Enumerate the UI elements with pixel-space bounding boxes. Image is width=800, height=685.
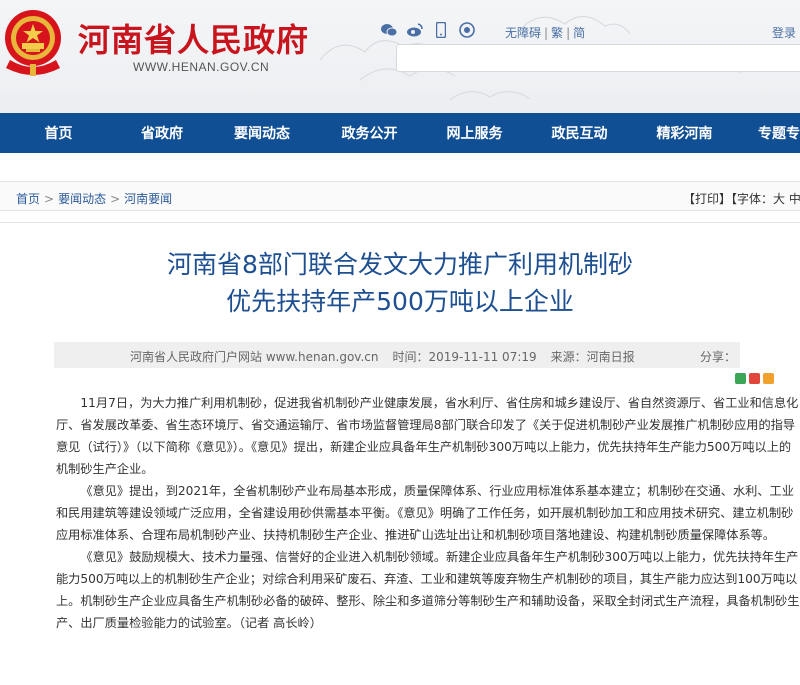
language-links: 无障碍 | 繁 | 简 <box>505 24 585 41</box>
nav-item-services[interactable]: 网上服务 <box>422 123 527 143</box>
header-tools <box>380 22 476 38</box>
separator: | <box>544 26 549 40</box>
print-font-tools[interactable]: 【打印】【字体：大 中 <box>683 190 800 207</box>
meta-info: 河南省人民政府门户网站 www.henan.gov.cn 时间：2019-11-1… <box>130 348 635 365</box>
article-title-line1: 河南省8部门联合发文大力推广利用机制砂 <box>167 250 633 279</box>
login-link[interactable]: 登录 <box>772 24 796 41</box>
national-emblem-icon <box>5 10 61 76</box>
share-icons <box>735 373 774 384</box>
breadcrumb-henan-news[interactable]: 河南要闻 <box>124 192 172 206</box>
article-title-line2: 优先扶持年产500万吨以上企业 <box>226 287 574 316</box>
wechat-icon[interactable] <box>380 22 398 38</box>
weibo-icon[interactable] <box>406 22 424 38</box>
nav-item-home[interactable]: 首页 <box>0 123 117 143</box>
share-label: 分享： <box>700 350 737 364</box>
share-wechat-icon[interactable] <box>735 373 746 384</box>
breadcrumb-separator: > <box>44 192 55 206</box>
article-paragraph: 《意见》鼓励规模大、技术力量强、信誉好的企业进入机制砂领域。新建企业应具备年生产… <box>56 550 800 630</box>
site-header: 河南省人民政府 WWW.HENAN.GOV.CN 无障碍 | 繁 | 简 登录 <box>0 0 800 113</box>
breadcrumb-separator: > <box>110 192 121 206</box>
meta-site: 河南省人民政府门户网站 www.henan.gov.cn <box>130 350 379 364</box>
article-paragraph: 《意见》提出，到2021年，全省机制砂产业布局基本形成，质量保障体系、行业应用标… <box>56 484 794 542</box>
site-domain: WWW.HENAN.GOV.CN <box>133 60 270 74</box>
share-weibo-icon[interactable] <box>749 373 760 384</box>
accessibility-link[interactable]: 无障碍 <box>505 26 541 40</box>
mobile-icon[interactable] <box>432 22 450 38</box>
traditional-link[interactable]: 繁 <box>551 26 563 40</box>
nav-item-open[interactable]: 政务公开 <box>317 123 422 143</box>
site-title[interactable]: 河南省人民政府 <box>78 15 309 61</box>
breadcrumb: 首页 > 要闻动态 > 河南要闻 <box>16 190 172 207</box>
share-qzone-icon[interactable] <box>763 373 774 384</box>
article-meta: 河南省人民政府门户网站 www.henan.gov.cn 时间：2019-11-1… <box>54 342 740 368</box>
breadcrumb-home[interactable]: 首页 <box>16 192 40 206</box>
search-input[interactable] <box>396 44 800 72</box>
breadcrumb-bar: 首页 > 要闻动态 > 河南要闻 【打印】【字体：大 中 <box>0 181 800 211</box>
main-nav: 首页 省政府 要闻动态 政务公开 网上服务 政民互动 精彩河南 专题专 <box>0 113 800 153</box>
breadcrumb-news[interactable]: 要闻动态 <box>58 192 106 206</box>
article-title: 河南省8部门联合发文大力推广利用机制砂 优先扶持年产500万吨以上企业 <box>0 246 800 320</box>
article-body: 11月7日，为大力推广利用机制砂，促进我省机制砂产业健康发展，省水利厅、省住房和… <box>56 392 800 634</box>
simplified-link[interactable]: 简 <box>573 26 585 40</box>
nav-item-henan[interactable]: 精彩河南 <box>632 123 737 143</box>
article-paragraph: 11月7日，为大力推广利用机制砂，促进我省机制砂产业健康发展，省水利厅、省住房和… <box>56 396 799 476</box>
meta-source: 来源：河南日报 <box>550 350 635 364</box>
nav-item-interaction[interactable]: 政民互动 <box>527 123 632 143</box>
nav-item-gov[interactable]: 省政府 <box>117 123 207 143</box>
meta-time: 时间：2019-11-11 07:19 <box>392 350 537 364</box>
nav-item-topics[interactable]: 专题专 <box>737 123 800 143</box>
nav-item-news[interactable]: 要闻动态 <box>207 123 317 143</box>
app-icon[interactable] <box>458 22 476 38</box>
separator: | <box>566 26 571 40</box>
